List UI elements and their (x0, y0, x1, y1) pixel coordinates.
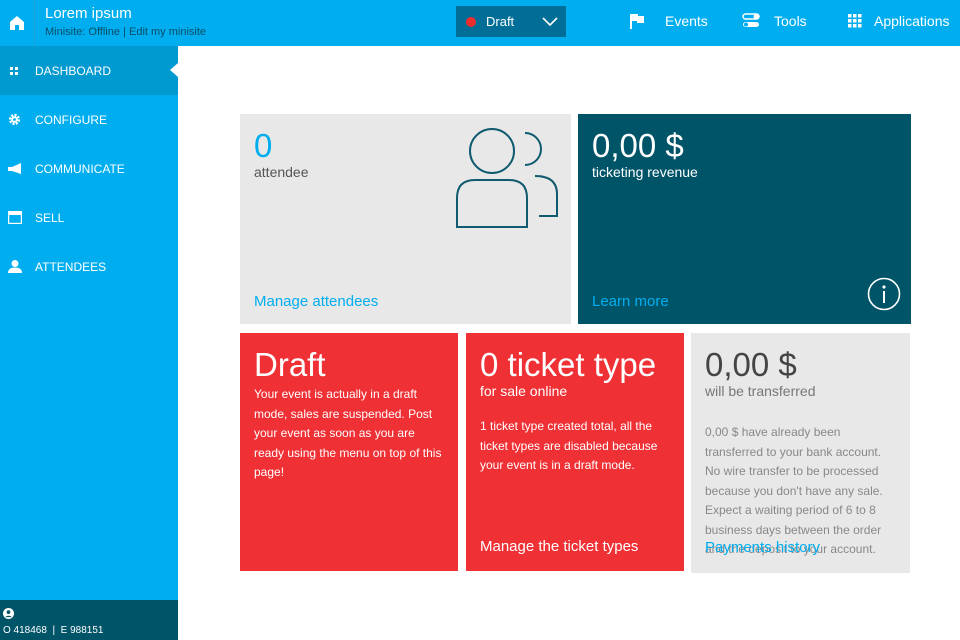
dashboard-icon (10, 66, 18, 75)
sidebar-item-sell[interactable]: SELL (0, 193, 178, 242)
transfer-value: 0,00 $ (705, 346, 797, 383)
minisite-status: Minisite: Offline (45, 26, 120, 38)
account-ids: O 418468 | E 988151 (3, 625, 104, 636)
sidebar-item-attendees[interactable]: ATTENDEES (0, 242, 178, 291)
users-icon (456, 128, 558, 228)
info-icon[interactable] (867, 277, 901, 311)
top-bar: Lorem ipsum Minisite: Offline | Edit my … (0, 0, 960, 46)
ticket-types-label: for sale online (480, 383, 568, 399)
sidebar-item-label: DASHBOARD (35, 63, 112, 78)
attendees-card: 0 attendee Manage attendees (240, 114, 571, 324)
grid-icon (848, 14, 862, 28)
ticket-types-card: 0 ticket type for sale online 1 ticket t… (466, 333, 684, 571)
event-title: Lorem ipsum (45, 5, 132, 22)
draft-text: Your event is actually in a draft mode, … (254, 387, 442, 479)
user-icon (8, 260, 22, 273)
sidebar-item-configure[interactable]: CONFIGURE (0, 95, 178, 144)
sidebar-item-communicate[interactable]: COMMUNICATE (0, 144, 178, 193)
sidebar-item-label: SELL (35, 210, 65, 225)
manage-ticket-types-link[interactable]: Manage the ticket types (480, 538, 638, 555)
revenue-card: 0,00 $ ticketing revenue Learn more (578, 114, 911, 324)
nav-label: Tools (774, 13, 807, 29)
learn-more-link[interactable]: Learn more (592, 293, 669, 310)
draft-card: Draft Your event is actually in a draft … (240, 333, 458, 571)
separator: | (123, 26, 126, 38)
ticket-types-text: 1 ticket type created total, all the tic… (480, 419, 658, 472)
megaphone-icon (8, 162, 21, 174)
payments-history-link[interactable]: Payments history (705, 539, 820, 556)
nav-label: Applications (874, 13, 950, 29)
nav-tools[interactable]: Tools (742, 13, 807, 29)
transfer-label: will be transferred (705, 383, 816, 399)
minisite-info: Minisite: Offline | Edit my minisite (45, 26, 206, 38)
revenue-label: ticketing revenue (592, 164, 698, 180)
event-status-select[interactable]: Draft (456, 6, 566, 37)
sidebar-footer: O 418468 | E 988151 (0, 600, 178, 640)
status-value: Draft (486, 14, 515, 29)
transfer-card: 0,00 $ will be transferred 0,00 $ have a… (691, 333, 910, 573)
store-icon (8, 211, 22, 224)
home-button[interactable] (0, 0, 35, 46)
sidebar-item-label: CONFIGURE (35, 112, 107, 127)
toggles-icon (742, 13, 760, 27)
sidebar-item-label: ATTENDEES (35, 259, 107, 274)
nav-label: Events (665, 13, 708, 29)
user-circle-icon[interactable] (3, 608, 14, 619)
edit-minisite-link[interactable]: Edit my minisite (129, 26, 206, 38)
sidebar-item-label: COMMUNICATE (35, 161, 125, 176)
ticket-types-title: 0 ticket type (480, 346, 657, 383)
status-dot-icon (466, 16, 476, 27)
manage-attendees-link[interactable]: Manage attendees (254, 293, 378, 310)
flag-icon (630, 14, 644, 29)
nav-applications[interactable]: Applications (848, 13, 950, 29)
sidebar-item-dashboard[interactable]: DASHBOARD (0, 46, 178, 95)
draft-title: Draft (254, 346, 326, 383)
chevron-down-icon (542, 17, 558, 27)
nav-events[interactable]: Events (629, 13, 708, 29)
gear-icon (8, 113, 21, 126)
sidebar: DASHBOARD CONFIGURE COMMUNICATE SELL ATT… (0, 46, 178, 600)
revenue-value: 0,00 $ (592, 127, 684, 164)
home-icon (10, 16, 24, 30)
